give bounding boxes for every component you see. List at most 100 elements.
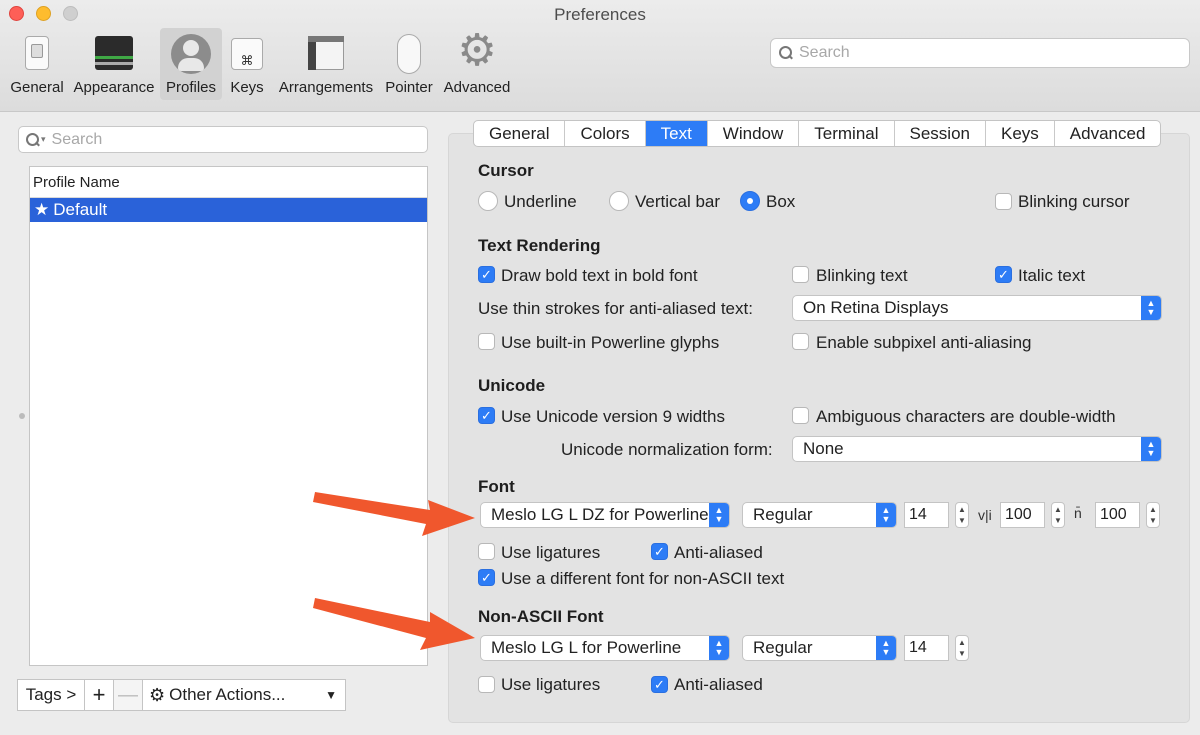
italic-text-checkbox[interactable]: ✓	[995, 266, 1012, 283]
toolbar-search-placeholder: Search	[799, 44, 850, 61]
vertical-spacing-field[interactable]: 100	[1000, 502, 1045, 528]
horizontal-spacing-stepper[interactable]: ▲ ▼	[1146, 502, 1160, 528]
non-ascii-font-checkbox[interactable]: ✓	[478, 569, 495, 586]
font-family-popup[interactable]: Meslo LG L DZ for Powerline ▲ ▼	[480, 502, 730, 528]
tab-terminal[interactable]: Terminal	[799, 121, 895, 146]
search-icon	[26, 132, 40, 147]
split-view-handle[interactable]	[19, 413, 25, 419]
search-icon	[779, 46, 793, 60]
cursor-heading: Cursor	[478, 161, 534, 180]
horizontal-spacing-icon: n̄	[1074, 505, 1082, 521]
profile-tabs: General Colors Text Window Terminal Sess…	[473, 120, 1162, 147]
cursor-underline-radio[interactable]	[478, 191, 498, 211]
toolbar-appearance[interactable]: Appearance	[72, 28, 156, 100]
tab-general[interactable]: General	[474, 121, 566, 146]
subpixel-aa-checkbox[interactable]	[792, 333, 809, 350]
non-ascii-font-label: Use a different font for non-ASCII text	[501, 569, 785, 588]
non-ascii-font-heading: Non-ASCII Font	[478, 607, 604, 626]
add-profile-button[interactable]: +	[85, 680, 114, 710]
toolbar-arrangements[interactable]: Arrangements	[276, 28, 376, 100]
other-actions-menu[interactable]: ⚙ Other Actions... ▼	[143, 680, 345, 710]
thin-strokes-value: On Retina Displays	[803, 298, 949, 317]
chevron-updown-icon: ▲ ▼	[876, 636, 896, 660]
toolbar-keys[interactable]: ⌘ Keys	[226, 28, 268, 100]
toolbar-pointer[interactable]: Pointer	[382, 28, 436, 100]
vertical-spacing-icon: v|i	[978, 507, 992, 523]
subpixel-aa-label: Enable subpixel anti-aliasing	[816, 333, 1032, 352]
profile-row-default[interactable]: ★ Default	[30, 198, 427, 222]
chevron-updown-icon: ▲ ▼	[1141, 296, 1161, 320]
font-family-value: Meslo LG L DZ for Powerline	[491, 505, 709, 524]
cursor-box-radio[interactable]	[740, 191, 760, 211]
font-size-field[interactable]: 14	[904, 502, 949, 528]
remove-profile-button[interactable]: —	[114, 680, 143, 710]
thin-strokes-label: Use thin strokes for anti-aliased text:	[478, 299, 753, 318]
tab-text[interactable]: Text	[645, 121, 708, 146]
toolbar-profiles[interactable]: Profiles	[160, 28, 222, 100]
tab-colors[interactable]: Colors	[565, 121, 646, 146]
unicode-v9-checkbox[interactable]: ✓	[478, 407, 495, 424]
ambiguous-width-checkbox[interactable]	[792, 407, 809, 424]
non-ascii-font-family-popup[interactable]: Meslo LG L for Powerline ▲ ▼	[480, 635, 730, 661]
search-options-icon[interactable]: ▾	[41, 134, 46, 145]
normalization-popup[interactable]: None ▲ ▼	[792, 436, 1162, 462]
cursor-vertical-bar-radio[interactable]	[609, 191, 629, 211]
font-antialiased-checkbox[interactable]: ✓	[651, 543, 668, 560]
tab-window[interactable]: Window	[708, 121, 800, 146]
gear-icon: ⚙	[149, 684, 166, 705]
vertical-spacing-stepper[interactable]: ▲ ▼	[1051, 502, 1065, 528]
chevron-down-icon: ▼	[325, 688, 337, 702]
thin-strokes-popup[interactable]: On Retina Displays ▲ ▼	[792, 295, 1162, 321]
tab-session[interactable]: Session	[895, 121, 986, 146]
normalization-label: Unicode normalization form:	[561, 440, 773, 459]
chevron-updown-icon: ▲ ▼	[1141, 437, 1161, 461]
bold-font-checkbox[interactable]: ✓	[478, 266, 495, 283]
non-ascii-font-style-value: Regular	[753, 638, 813, 657]
unicode-v9-label: Use Unicode version 9 widths	[501, 407, 725, 426]
window-title: Preferences	[554, 5, 646, 24]
font-heading: Font	[478, 477, 515, 496]
font-size-stepper[interactable]: ▲ ▼	[955, 502, 969, 528]
annotation-arrow-font	[313, 492, 475, 536]
title-bar: Preferences General Appearance Profiles …	[0, 0, 1200, 112]
bold-font-label: Draw bold text in bold font	[501, 266, 698, 285]
blinking-text-label: Blinking text	[816, 266, 908, 285]
non-ascii-antialiased-label: Anti-aliased	[674, 675, 763, 694]
default-star-icon: ★	[34, 200, 50, 219]
font-style-popup[interactable]: Regular ▲ ▼	[742, 502, 897, 528]
non-ascii-font-size-stepper[interactable]: ▲ ▼	[955, 635, 969, 661]
cursor-vertical-bar-label: Vertical bar	[635, 192, 721, 211]
powerline-glyphs-checkbox[interactable]	[478, 333, 495, 350]
text-rendering-heading: Text Rendering	[478, 236, 601, 255]
ambiguous-width-label: Ambiguous characters are double-width	[816, 407, 1116, 426]
non-ascii-font-style-popup[interactable]: Regular ▲ ▼	[742, 635, 897, 661]
blinking-cursor-checkbox[interactable]	[995, 193, 1012, 210]
horizontal-spacing-field[interactable]: 100	[1095, 502, 1140, 528]
toolbar-general[interactable]: General	[8, 28, 66, 100]
font-ligatures-checkbox[interactable]	[478, 543, 495, 560]
non-ascii-font-size-field[interactable]: 14	[904, 635, 949, 661]
profile-list-header[interactable]: Profile Name	[30, 167, 427, 198]
non-ascii-ligatures-checkbox[interactable]	[478, 676, 495, 693]
non-ascii-antialiased-checkbox[interactable]: ✓	[651, 676, 668, 693]
font-ligatures-label: Use ligatures	[501, 543, 601, 562]
profile-search-field[interactable]: ▾ Search	[18, 126, 428, 153]
blinking-text-checkbox[interactable]	[792, 266, 809, 283]
blinking-cursor-label: Blinking cursor	[1018, 192, 1130, 211]
cursor-box-label: Box	[766, 192, 796, 211]
font-style-value: Regular	[753, 505, 813, 524]
font-antialiased-label: Anti-aliased	[674, 543, 763, 562]
other-actions-label: Other Actions...	[169, 685, 286, 704]
profile-name: Default	[53, 200, 108, 219]
chevron-updown-icon: ▲ ▼	[876, 503, 896, 527]
profile-actions-bar: Tags > + — ⚙ Other Actions... ▼	[17, 679, 346, 711]
tab-advanced[interactable]: Advanced	[1055, 121, 1161, 146]
cursor-underline-label: Underline	[504, 192, 577, 211]
chevron-updown-icon: ▲ ▼	[709, 636, 729, 660]
tab-keys[interactable]: Keys	[986, 121, 1055, 146]
annotation-arrow-non-ascii-font	[313, 598, 475, 650]
tags-button[interactable]: Tags >	[18, 680, 85, 710]
non-ascii-font-family-value: Meslo LG L for Powerline	[491, 638, 682, 657]
toolbar-advanced[interactable]: ⚙ Advanced	[442, 28, 512, 100]
toolbar-search-field[interactable]: Search	[770, 38, 1190, 68]
